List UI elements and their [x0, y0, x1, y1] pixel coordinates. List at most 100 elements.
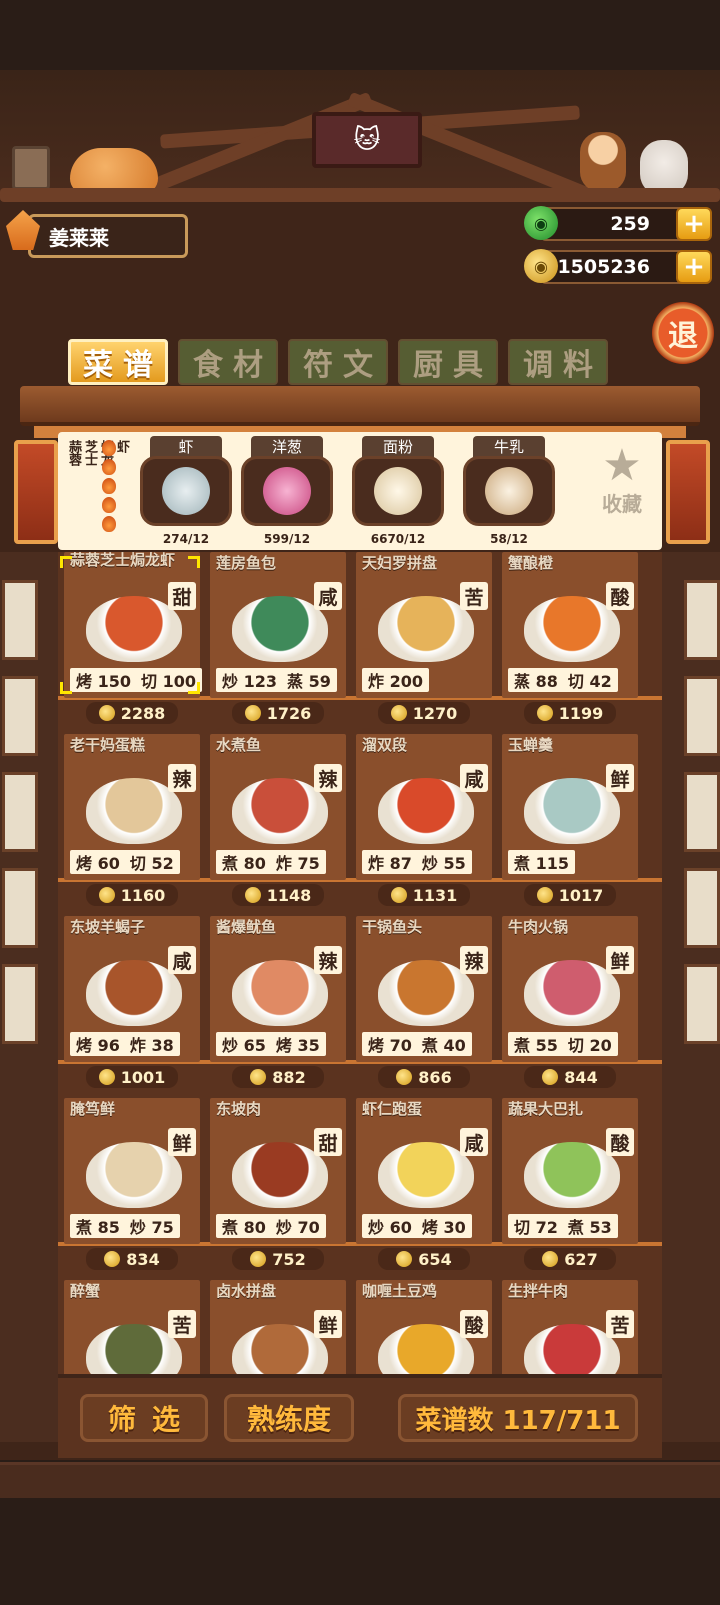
flame-icon: [102, 459, 116, 475]
tab-recipes[interactable]: 菜谱: [68, 339, 168, 385]
dish-name: 天妇罗拼盘: [362, 554, 438, 572]
chef-character-icon: [580, 132, 626, 192]
favorite-button[interactable]: ★ 收藏: [592, 444, 652, 517]
dish-card[interactable]: 玉蝉羹鲜煮 115 1017: [498, 734, 642, 912]
skill-type: 烤: [76, 672, 93, 691]
dish-card[interactable]: 咖喱土豆鸡酸: [352, 1280, 496, 1374]
skill-value: 蒸 88: [514, 668, 558, 692]
dish-card[interactable]: 蒜蓉芝士焗龙虾甜烤 150 切 100 2288: [60, 552, 204, 730]
flour-icon: [374, 467, 422, 515]
exit-button[interactable]: 退: [652, 302, 714, 364]
dish-name: 溜双段: [362, 736, 408, 754]
dish-card[interactable]: 天妇罗拼盘苦炸 200 1270: [352, 552, 496, 730]
skill-level: 150: [97, 672, 131, 691]
player-name: 姜莱莱: [49, 225, 109, 250]
ingredient-slot[interactable]: 虾 274/12: [140, 436, 232, 546]
window-pane: [2, 676, 38, 756]
skill-requirements: 煮 80 炒 70: [216, 1214, 326, 1238]
dish-card[interactable]: 腌笃鲜鲜煮 85 炒 75 834: [60, 1098, 204, 1276]
dish-card[interactable]: 东坡羊蝎子咸烤 96 炸 38 1001: [60, 916, 204, 1094]
dish-card[interactable]: 牛肉火锅鲜煮 55 切 20 844: [498, 916, 642, 1094]
price-value: 1270: [412, 703, 458, 723]
taste-badge: 咸: [460, 1128, 488, 1156]
price-value: 752: [272, 1249, 306, 1269]
taste-badge: 咸: [460, 764, 488, 792]
skill-value: 煮 85: [76, 1214, 120, 1238]
dish-card[interactable]: 虾仁跑蛋咸炒 60 烤 30 654: [352, 1098, 496, 1276]
dish-card[interactable]: 蔬果大巴扎酸切 72 煮 53 627: [498, 1098, 642, 1276]
tab-cookware[interactable]: 厨具: [398, 339, 498, 385]
dish-name: 醉蟹: [70, 1282, 101, 1300]
skill-value: 切 72: [514, 1214, 558, 1238]
price-value: 1001: [120, 1067, 166, 1087]
skill-value: 煮 80: [222, 850, 266, 874]
skill-requirements: 煮 115: [508, 850, 575, 874]
skill-value: 烤 150: [76, 668, 131, 692]
skill-requirements: 烤 70 煮 40: [362, 1032, 472, 1056]
dish-card[interactable]: 溜双段咸炸 87 炒 55 1131: [352, 734, 496, 912]
dish-card[interactable]: 酱爆鱿鱼辣炒 65 烤 35 882: [206, 916, 350, 1094]
skill-level: 75: [151, 1218, 174, 1237]
coin-icon: [390, 705, 407, 721]
skill-value: 炒 70: [276, 1214, 320, 1238]
skill-type: 炸: [368, 854, 385, 873]
skill-requirements: 炒 60 烤 30: [362, 1214, 472, 1238]
ingredient-name: 牛乳: [473, 436, 545, 458]
skill-type: 烤: [76, 854, 93, 873]
ingredient-slot[interactable]: 洋葱 599/12: [241, 436, 333, 546]
skill-level: 20: [589, 1036, 612, 1055]
dish-card[interactable]: 老干妈蛋糕辣烤 60 切 52 1160: [60, 734, 204, 912]
dish-price: 1017: [524, 884, 616, 906]
ingredient-slot[interactable]: 牛乳 58/12: [463, 436, 555, 546]
skill-requirements: 烤 60 切 52: [70, 850, 180, 874]
skill-level: 65: [243, 1036, 266, 1055]
skill-requirements: 炒 123 蒸 59: [216, 668, 337, 692]
player-name-plate[interactable]: 姜莱莱: [28, 214, 188, 258]
dish-card[interactable]: 莲房鱼包咸炒 123 蒸 59 1726: [206, 552, 350, 730]
skill-type: 烤: [368, 1036, 385, 1055]
taste-badge: 辣: [314, 764, 342, 792]
roof-beam: [0, 188, 720, 202]
add-gold-button[interactable]: +: [676, 250, 712, 284]
taste-badge: 辣: [168, 764, 196, 792]
skill-value: 煮 115: [514, 850, 569, 874]
dish-name: 玉蝉羹: [508, 736, 554, 754]
dish-card[interactable]: 东坡肉甜煮 80 炒 70 752: [206, 1098, 350, 1276]
coin-icon: [244, 705, 261, 721]
dish-card[interactable]: 水煮鱼辣煮 80 炸 75 1148: [206, 734, 350, 912]
favorite-label: 收藏: [602, 492, 642, 516]
skill-value: 烤 96: [76, 1032, 120, 1056]
skill-type: 切: [567, 1036, 584, 1055]
skill-requirements: 煮 55 切 20: [508, 1032, 618, 1056]
jade-gem-icon: ◉: [524, 206, 558, 240]
dish-card[interactable]: 醉蟹苦: [60, 1280, 204, 1374]
gold-coin-icon: ◉: [524, 249, 558, 283]
dish-card[interactable]: 卤水拼盘鲜: [206, 1280, 350, 1374]
dish-card[interactable]: 蟹酿橙酸蒸 88 切 42 1199: [498, 552, 642, 730]
taste-badge: 甜: [168, 582, 196, 610]
heat-level: [102, 440, 116, 532]
recipe-count-button[interactable]: 菜谱数 117/711: [398, 1394, 638, 1442]
add-gems-button[interactable]: +: [676, 207, 712, 241]
dish-name: 蟹酿橙: [508, 554, 554, 572]
skill-level: 55: [535, 1036, 558, 1055]
skill-level: 96: [97, 1036, 120, 1055]
gold-amount: 1505236: [557, 256, 650, 278]
tab-ingredients[interactable]: 食材: [178, 339, 278, 385]
dish-card[interactable]: 生拌牛肉苦: [498, 1280, 642, 1374]
ingredient-slot[interactable]: 面粉 6670/12: [352, 436, 444, 546]
tab-runes[interactable]: 符文: [288, 339, 388, 385]
skill-type: 炸: [368, 672, 385, 691]
dish-price: 1001: [86, 1066, 178, 1088]
tab-seasonings[interactable]: 调料: [508, 339, 608, 385]
skill-type: 煮: [421, 1036, 438, 1055]
filter-button[interactable]: 筛选: [80, 1394, 208, 1442]
taste-badge: 苦: [460, 582, 488, 610]
taste-badge: 辣: [314, 946, 342, 974]
dish-card[interactable]: 干锅鱼头辣烤 70 煮 40 866: [352, 916, 496, 1094]
dish-name: 莲房鱼包: [216, 554, 277, 572]
coin-icon: [390, 887, 407, 903]
dish-grid: 蒜蓉芝士焗龙虾甜烤 150 切 100 2288 莲房鱼包咸炒 123 蒸 59 1726…: [58, 552, 662, 1374]
mastery-button[interactable]: 熟练度: [224, 1394, 354, 1442]
skill-level: 87: [389, 854, 412, 873]
